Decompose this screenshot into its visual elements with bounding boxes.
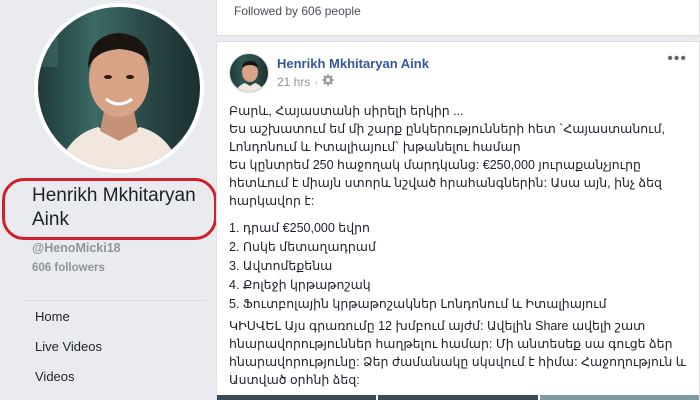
post-footer-line: հնարավորությունը: Ձեր ժամանակը սկսվում է…: [229, 355, 686, 369]
page-handle[interactable]: @HenoMicki18: [32, 241, 121, 255]
post-body: Բարև, Հայաստանի սիրելի երկիր ... Ես աշխա…: [229, 102, 691, 389]
list-item: 1. դրամ €250,000 եվրո: [229, 221, 370, 235]
post-avatar-illustration: [234, 61, 266, 92]
post-image[interactable]: [217, 395, 377, 400]
audience-gear-icon[interactable]: [322, 74, 334, 89]
post-intro-line: Բարև, Հայաստանի սիրելի երկիր ...: [229, 104, 464, 118]
list-item: 5. Ֆուտբոլային կրթաթոշակներ Լոնդոնում և …: [229, 297, 607, 311]
more-options-icon[interactable]: •••: [667, 51, 687, 67]
followers-count: 606 followers: [32, 262, 105, 274]
post-image[interactable]: [539, 395, 699, 400]
profile-picture-frame[interactable]: [34, 3, 204, 173]
profile-photo-illustration: [38, 7, 180, 169]
post-intro-line: Լոնդոնում և Իտալիայում` խթանելու համար: [229, 140, 521, 154]
post-intro-line: Ես աշխատում եմ մի շարք ընկերությունների …: [229, 122, 666, 136]
post-author-name[interactable]: Henrikh Mkhitaryan Aink: [277, 56, 429, 71]
post-footer-text: ԿԻՍՎԵԼ Այս գրառումը 12 խմբում այժմ: Ավել…: [229, 317, 691, 389]
post-footer-line: հնարավորություններ հաղթելու համար: Մի ան…: [229, 337, 673, 351]
list-item: 2. Ոսկե մետաղադրամ: [229, 240, 376, 254]
left-nav: Home Live Videos Videos: [22, 300, 207, 391]
post-intro-line: հարկավոր է:: [229, 194, 315, 208]
post-footer-line: Աստված օրհնի ձեզ:: [229, 373, 360, 387]
post-author-avatar[interactable]: [229, 53, 269, 93]
nav-item-live-videos[interactable]: Live Videos: [22, 331, 207, 361]
list-item: 4. Քոլեջի կրթաթոշակ: [229, 278, 371, 292]
post-footer-line: ԿԻՍՎԵԼ Այս գրառումը 12 խմբում այժմ: Ավել…: [229, 319, 646, 333]
left-sidebar: Henrikh Mkhitaryan Aink @HenoMicki18 606…: [0, 0, 217, 400]
post-image[interactable]: [378, 395, 538, 400]
profile-picture[interactable]: [38, 7, 200, 169]
post-intro-line: Ես կընտրեմ 250 հաջողակ մարդկանց: €250,00…: [229, 158, 641, 172]
post-intro-line: հետևում է միայն ստորև նշված հրահանգներին…: [229, 176, 662, 190]
followers-card: Followed by 606 people: [216, 0, 700, 36]
page-name-box: Henrikh Mkhitaryan Aink: [12, 181, 212, 232]
followed-by-text: Followed by 606 people: [234, 4, 361, 18]
nav-item-videos[interactable]: Videos: [22, 361, 207, 391]
page-title[interactable]: Henrikh Mkhitaryan Aink: [12, 181, 212, 232]
post-timestamp[interactable]: 21 hrs: [277, 75, 310, 89]
list-item: 3. Ավտոմեքենա: [229, 259, 333, 273]
nav-item-home[interactable]: Home: [22, 301, 207, 331]
meta-separator: ·: [314, 74, 319, 89]
prize-list: 1. դրամ €250,000 եվրո 2. Ոսկե մետաղադրամ…: [229, 219, 691, 314]
post-card: Henrikh Mkhitaryan Aink 21 hrs · ••• Բար…: [216, 41, 700, 400]
post-meta: 21 hrs ·: [277, 74, 334, 89]
post-images-strip[interactable]: [217, 395, 699, 400]
